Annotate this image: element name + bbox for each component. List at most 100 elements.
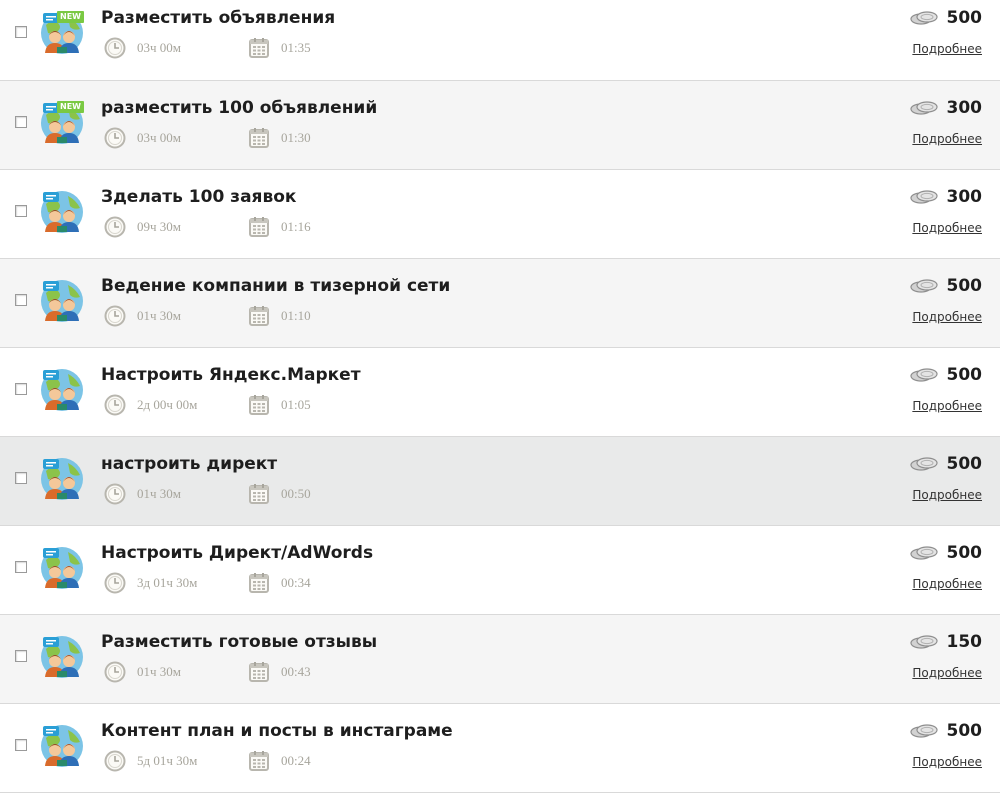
duration-text: 03ч 00м (137, 130, 182, 145)
details-link[interactable]: Подробнее (912, 399, 982, 413)
task-checkbox[interactable] (15, 561, 27, 573)
clock-icon (104, 750, 126, 772)
task-checkbox[interactable] (15, 739, 27, 751)
clock-icon (104, 305, 126, 327)
calendar-icon (249, 128, 269, 148)
task-duration: 2д 00ч 00м (104, 393, 197, 417)
task-price: 300 (909, 98, 983, 118)
details-link[interactable]: Подробнее (912, 221, 982, 235)
task-row[interactable]: Зделать 100 заявок 09ч 30м 01:16 300 Под… (0, 170, 1000, 259)
task-row[interactable]: NEW разместить 100 объявлений 03ч 00м 01… (0, 81, 1000, 170)
clock-icon (104, 37, 126, 59)
time-text: 01:35 (281, 40, 311, 55)
task-row[interactable]: NEW Разместить объявления 03ч 00м 01:35 … (0, 0, 1000, 81)
task-duration: 01ч 30м (104, 482, 181, 506)
task-duration: 3д 01ч 30м (104, 571, 197, 595)
task-title[interactable]: Разместить объявления (101, 8, 335, 28)
task-time: 00:50 (248, 482, 311, 506)
task-time: 01:16 (248, 215, 311, 239)
calendar-icon (249, 751, 269, 771)
price-value: 500 (946, 365, 983, 385)
time-text: 00:24 (281, 753, 311, 768)
duration-text: 5д 01ч 30м (137, 753, 198, 768)
calendar-icon (249, 395, 269, 415)
details-link[interactable]: Подробнее (912, 310, 982, 324)
time-text: 01:16 (281, 219, 311, 234)
clock-icon (104, 216, 126, 238)
people-globe-avatar-icon (41, 547, 83, 589)
task-time: 01:30 (248, 126, 311, 150)
task-checkbox[interactable] (15, 116, 27, 128)
coins-icon (909, 635, 938, 649)
task-list: NEW Разместить объявления 03ч 00м 01:35 … (0, 0, 1000, 793)
people-globe-avatar-icon (41, 725, 83, 767)
task-checkbox[interactable] (15, 205, 27, 217)
task-title[interactable]: Зделать 100 заявок (101, 187, 296, 207)
details-link[interactable]: Подробнее (912, 666, 982, 680)
task-checkbox[interactable] (15, 650, 27, 662)
task-title[interactable]: настроить директ (101, 454, 277, 474)
details-link[interactable]: Подробнее (912, 42, 982, 56)
task-row[interactable]: настроить директ 01ч 30м 00:50 500 Подро… (0, 437, 1000, 526)
task-time: 00:34 (248, 571, 311, 595)
task-checkbox[interactable] (15, 294, 27, 306)
price-value: 500 (946, 454, 983, 474)
people-globe-avatar-icon (41, 458, 83, 500)
price-value: 300 (946, 98, 983, 118)
task-duration: 5д 01ч 30м (104, 749, 197, 773)
task-price: 500 (909, 8, 982, 28)
price-value: 300 (946, 187, 983, 207)
task-time: 01:10 (248, 304, 311, 328)
task-row[interactable]: Ведение компании в тизерной сети 01ч 30м (0, 259, 1000, 348)
time-text: 01:05 (281, 397, 311, 412)
calendar-icon (249, 217, 269, 237)
task-row[interactable]: Разместить готовые отзывы 01ч 30м 00:43 … (0, 615, 1000, 704)
task-title[interactable]: Контент план и посты в инстаграме (101, 721, 453, 741)
task-checkbox[interactable] (15, 26, 27, 38)
time-text: 00:43 (281, 664, 311, 679)
price-value: 500 (946, 721, 983, 741)
task-row[interactable]: Настроить Яндекс.Маркет 2д 00ч 00м 01:05… (0, 348, 1000, 437)
task-title[interactable]: Настроить Директ/AdWords (101, 543, 373, 563)
task-time: 01:05 (248, 393, 311, 417)
coins-icon (909, 101, 938, 115)
details-link[interactable]: Подробнее (912, 488, 982, 502)
duration-text: 09ч 30м (137, 219, 182, 234)
task-row[interactable]: Контент план и посты в инстаграме 5д 01ч… (0, 704, 1000, 793)
new-badge: NEW (57, 101, 84, 113)
details-link[interactable]: Подробнее (912, 577, 982, 591)
task-title[interactable]: разместить 100 объявлений (101, 98, 377, 118)
time-text: 01:30 (281, 130, 311, 145)
price-value: 500 (946, 276, 983, 296)
task-checkbox[interactable] (15, 383, 27, 395)
clock-icon (104, 127, 126, 149)
task-duration: 09ч 30м (104, 215, 181, 239)
details-link[interactable]: Подробнее (912, 132, 982, 146)
task-duration: 03ч 00м (104, 36, 181, 60)
calendar-icon (249, 306, 269, 326)
calendar-icon (249, 662, 269, 682)
task-duration: 01ч 30м (104, 304, 181, 328)
task-price: 500 (909, 543, 982, 563)
people-globe-avatar-icon (41, 280, 83, 322)
task-title[interactable]: Разместить готовые отзывы (101, 632, 377, 652)
task-price: 150 (909, 632, 983, 652)
people-globe-avatar-icon (41, 369, 83, 411)
task-title[interactable]: Ведение компании в тизерной сети (101, 276, 450, 296)
details-link[interactable]: Подробнее (912, 755, 982, 769)
task-price: 500 (909, 276, 983, 296)
task-price: 500 (909, 365, 983, 385)
duration-text: 03ч 00м (137, 40, 182, 55)
task-duration: 01ч 30м (104, 660, 181, 684)
coins-icon (909, 724, 938, 738)
task-row[interactable]: Настроить Директ/AdWords 3д 01ч 30м 00:3… (0, 526, 1000, 615)
clock-icon (104, 394, 126, 416)
new-badge: NEW (57, 11, 84, 23)
price-value: 150 (946, 632, 983, 652)
task-checkbox[interactable] (15, 472, 27, 484)
task-price: 500 (909, 454, 983, 474)
calendar-icon (249, 38, 269, 58)
duration-text: 01ч 30м (137, 486, 182, 501)
task-time: 01:35 (248, 36, 311, 60)
task-title[interactable]: Настроить Яндекс.Маркет (101, 365, 361, 385)
